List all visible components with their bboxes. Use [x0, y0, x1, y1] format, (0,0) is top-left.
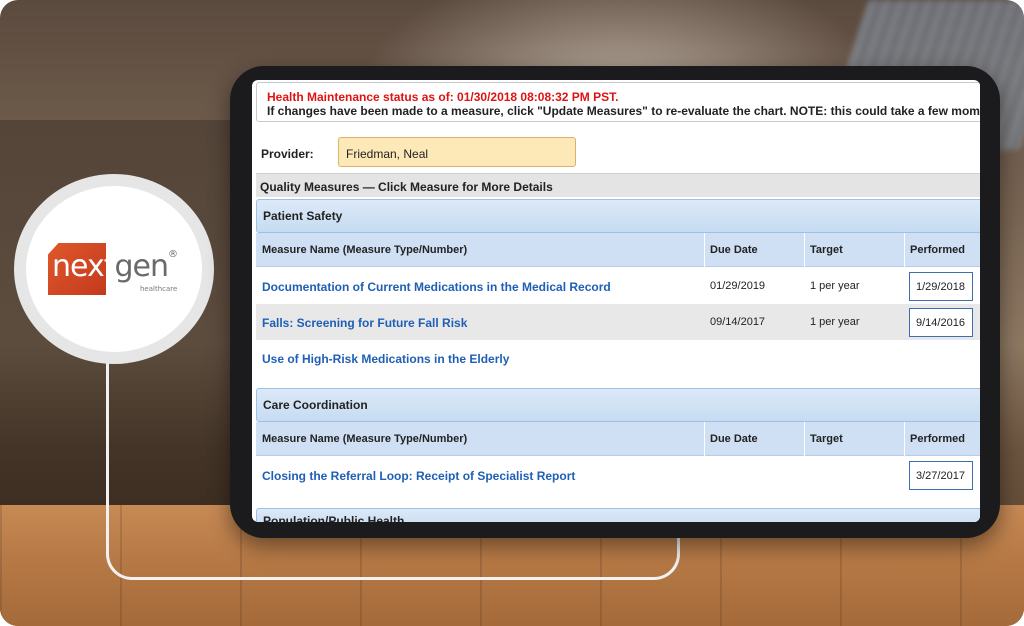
- col-divider: [804, 422, 805, 456]
- photo-background: nextgen® healthcare Health Maintenance s…: [0, 0, 1024, 626]
- col-measure-name: Measure Name (Measure Type/Number): [262, 244, 468, 256]
- logo-registered-mark: ®: [167, 249, 178, 260]
- status-timestamp: Health Maintenance status as of: 01/30/2…: [267, 90, 619, 104]
- col-divider: [904, 233, 905, 267]
- table-row: Documentation of Current Medications in …: [256, 268, 980, 304]
- table-row: Use of High-Risk Medications in the Elde…: [256, 340, 980, 376]
- provider-field[interactable]: Friedman, Neal: [338, 137, 576, 167]
- target-value: 1 per year: [810, 280, 860, 292]
- col-divider: [704, 233, 705, 267]
- col-divider: [704, 422, 705, 456]
- col-performed: Performed: [910, 244, 966, 256]
- col-due-date: Due Date: [710, 244, 758, 256]
- section-patient-safety[interactable]: Patient Safety: [256, 199, 980, 233]
- logo-subtitle: healthcare: [140, 285, 178, 293]
- col-target: Target: [810, 244, 843, 256]
- performed-date-field[interactable]: 3/27/2017: [909, 461, 973, 490]
- measure-link[interactable]: Documentation of Current Medications in …: [262, 280, 611, 294]
- due-date-value: 01/29/2019: [710, 280, 766, 292]
- measure-link[interactable]: Closing the Referral Loop: Receipt of Sp…: [262, 469, 575, 483]
- provider-label: Provider:: [261, 147, 314, 161]
- col-divider: [804, 233, 805, 267]
- logo-next-text: next: [52, 249, 115, 284]
- status-panel: Health Maintenance status as of: 01/30/2…: [256, 82, 980, 122]
- column-header-row: Measure Name (Measure Type/Number) Due D…: [256, 233, 980, 267]
- measure-link[interactable]: Falls: Screening for Future Fall Risk: [262, 316, 467, 330]
- table-row: Falls: Screening for Future Fall Risk 09…: [256, 304, 980, 340]
- col-performed: Performed: [910, 433, 966, 445]
- col-divider: [904, 422, 905, 456]
- nextgen-logo: nextgen®: [52, 249, 192, 289]
- tablet-screen: Health Maintenance status as of: 01/30/2…: [252, 80, 980, 522]
- section-population-public-health[interactable]: Population/Public Health: [256, 508, 980, 522]
- measure-link[interactable]: Use of High-Risk Medications in the Elde…: [262, 352, 509, 366]
- due-date-value: 09/14/2017: [710, 316, 766, 328]
- column-header-row: Measure Name (Measure Type/Number) Due D…: [256, 422, 980, 456]
- quality-measures-header: Quality Measures — Click Measure for Mor…: [256, 173, 980, 197]
- target-value: 1 per year: [810, 316, 860, 328]
- col-target: Target: [810, 433, 843, 445]
- status-note: If changes have been made to a measure, …: [267, 104, 980, 118]
- performed-date-field[interactable]: 1/29/2018: [909, 272, 973, 301]
- col-due-date: Due Date: [710, 433, 758, 445]
- col-measure-name: Measure Name (Measure Type/Number): [262, 433, 468, 445]
- logo-gen-text: gen: [114, 249, 169, 284]
- section-care-coordination[interactable]: Care Coordination: [256, 388, 980, 422]
- table-row: Closing the Referral Loop: Receipt of Sp…: [256, 457, 980, 493]
- performed-date-field[interactable]: 9/14/2016: [909, 308, 973, 337]
